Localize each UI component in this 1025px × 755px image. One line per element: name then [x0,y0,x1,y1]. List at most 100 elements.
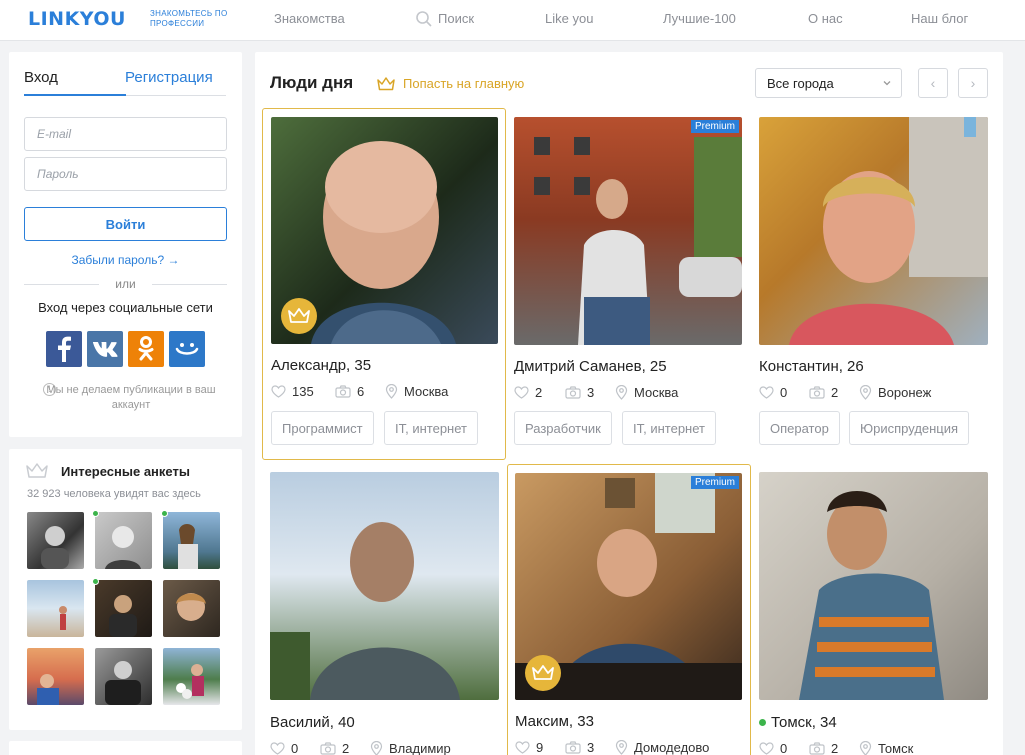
profile-thumb[interactable] [163,648,220,705]
city-label: Томск [859,741,913,755]
active-tab-indicator [24,94,126,96]
heart-icon [515,741,530,754]
profile-thumb[interactable] [27,580,84,637]
profile-thumb[interactable] [163,580,220,637]
heart-icon [759,386,774,399]
profile-thumb[interactable] [163,512,220,569]
interesting-title: Интересные анкеты [61,464,190,479]
location-pin-icon [615,385,628,400]
photos-count: 3 [565,385,594,400]
interesting-profiles-panel: Интересные анкеты 32 923 человека увидят… [9,449,242,730]
profile-thumb[interactable] [27,512,84,569]
profile-name[interactable]: Василий, 40 [270,714,355,731]
camera-icon [809,386,825,399]
city-label: Москва [615,385,678,400]
odnoklassniki-button[interactable] [128,331,164,367]
heart-icon [271,385,286,398]
or-label: или [115,277,136,291]
city-label: Воронеж [859,385,931,400]
location-pin-icon [859,741,872,755]
location-pin-icon [859,385,872,400]
city-label: Домодедово [615,740,709,755]
likes-count: 135 [271,384,314,399]
logo-tagline: ЗНАКОМЬТЕСЬ ПО ПРОФЕССИИ [150,9,228,28]
crown-icon [288,308,310,323]
profile-photo[interactable]: Premium [514,117,742,345]
chevron-down-icon [883,81,891,86]
mailru-button[interactable] [169,331,205,367]
forgot-password-link[interactable]: Забыли пароль? → [9,253,242,267]
profile-name[interactable]: Константин, 26 [759,358,864,375]
mailru-icon [175,343,199,355]
online-indicator [92,578,99,585]
camera-icon [320,742,336,755]
photos-count: 6 [335,384,364,399]
tab-login[interactable]: Вход [24,69,58,86]
camera-icon [565,386,581,399]
profile-name[interactable]: Александр, 35 [271,357,371,374]
profile-photo[interactable] [759,472,988,700]
industry-tag[interactable]: IT, интернет [384,411,478,445]
promo-link[interactable]: Попасть на главную [403,76,524,91]
profession-tag[interactable]: Разработчик [514,411,612,445]
vk-button[interactable] [87,331,123,367]
camera-icon [335,385,351,398]
email-field[interactable] [24,117,227,151]
profile-photo[interactable] [759,117,988,345]
facebook-icon [58,336,71,362]
profession-tag[interactable]: Оператор [759,411,840,445]
or-divider: или [24,277,227,291]
person-photo [176,664,204,699]
industry-tag[interactable]: Юриспруденция [849,411,970,445]
prev-page-button[interactable]: ‹ [918,68,948,98]
social-disclaimer: Мы не делаем публикации в ваш аккаунт [46,384,216,411]
main-panel: Люди дня Попасть на главную Все города ‹… [255,52,1003,755]
person-photo [534,137,742,345]
profile-name[interactable]: Томск, 34 [759,714,837,731]
person-photo [59,606,67,630]
likes-count: 9 [515,740,543,755]
person-photo [105,526,141,569]
tab-register[interactable]: Регистрация [125,69,213,86]
photos-count: 2 [320,741,349,755]
profile-thumb[interactable] [95,580,152,637]
profile-thumb[interactable] [27,648,84,705]
profile-name[interactable]: Дмитрий Саманев, 25 [514,358,667,375]
photos-count: 2 [809,741,838,755]
nav-search[interactable]: Поиск [438,11,474,26]
nav-top-100[interactable]: Лучшие-100 [663,11,736,26]
login-panel: Вход Регистрация Войти Забыли пароль? → … [9,52,242,437]
person-photo [41,526,69,569]
interesting-subtitle: 32 923 человека увидят вас здесь [27,488,201,500]
nav-blog[interactable]: Наш блог [911,11,968,26]
password-field[interactable] [24,157,227,191]
search-icon[interactable] [415,10,433,28]
camera-icon [809,742,825,755]
nav-about[interactable]: О нас [808,11,843,26]
photos-count: 3 [565,740,594,755]
city-select[interactable]: Все города [755,68,902,98]
profile-thumb[interactable] [95,648,152,705]
facebook-button[interactable] [46,331,82,367]
crown-badge [525,655,561,691]
city-select-value: Все города [767,76,834,91]
profile-photo[interactable] [270,472,499,700]
logo[interactable]: LINKYOU [28,8,126,30]
profession-tag[interactable]: Программист [271,411,374,445]
profile-thumb[interactable] [95,512,152,569]
profile-name[interactable]: Максим, 33 [515,713,594,730]
login-button[interactable]: Войти [24,207,227,241]
likes-count: 0 [270,741,298,755]
crown-badge [281,298,317,334]
city-label: Москва [385,384,448,399]
online-indicator [161,510,168,517]
crown-icon [377,77,395,91]
nav-like-you[interactable]: Like you [545,11,593,26]
industry-tag[interactable]: IT, интернет [622,411,716,445]
photos-count: 2 [809,385,838,400]
odnoklassniki-icon [138,336,154,361]
nav-dating[interactable]: Знакомства [274,11,345,26]
heart-icon [514,386,529,399]
next-page-button[interactable]: › [958,68,988,98]
person-photo [176,593,206,621]
